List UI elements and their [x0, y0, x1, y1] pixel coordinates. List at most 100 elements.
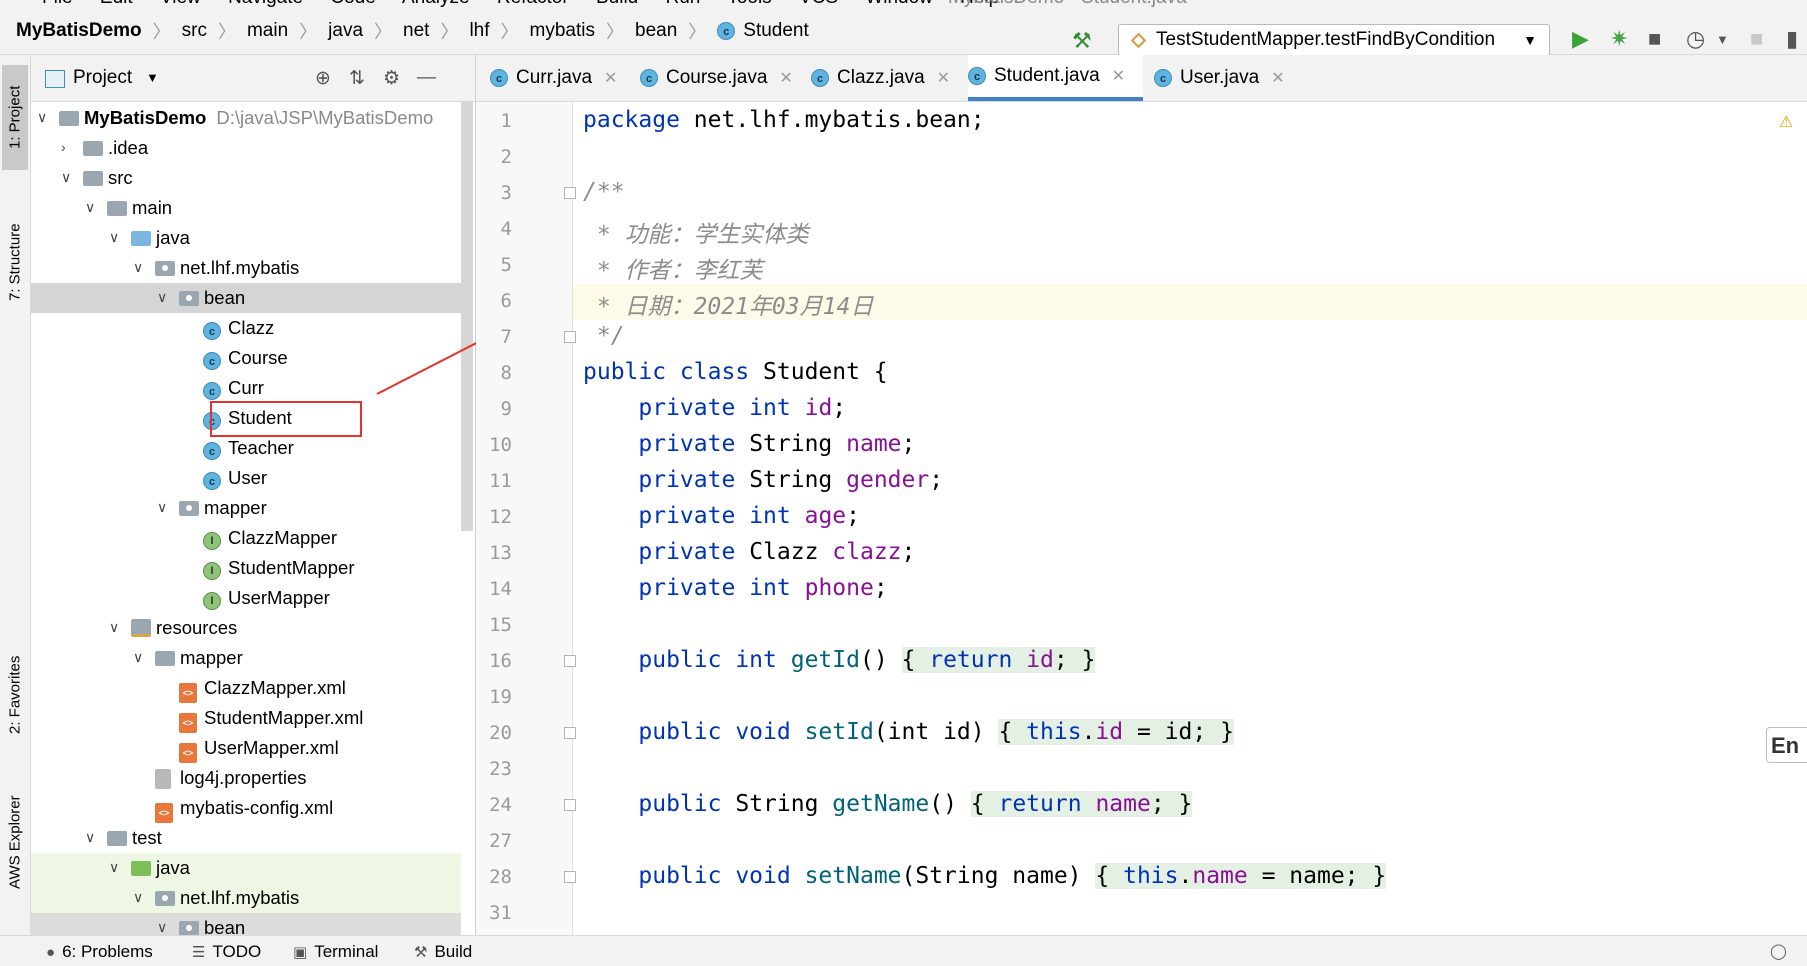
tree-item-package[interactable]: ∨ net.lhf.mybatis — [31, 253, 461, 283]
warning-icon[interactable]: ⚠ — [1779, 112, 1793, 132]
chevron-down-icon[interactable]: ∨ — [133, 889, 143, 906]
tree-item-clazzmapper-xml[interactable]: <> ClazzMapper.xml — [31, 673, 461, 703]
menu-view[interactable]: View — [160, 0, 201, 8]
menu-navigate[interactable]: Navigate — [228, 0, 303, 8]
chevron-right-icon[interactable]: › — [61, 139, 66, 155]
tool-terminal[interactable]: ▣ Terminal — [293, 942, 378, 962]
tree-item-studentmapper[interactable]: I StudentMapper — [31, 553, 461, 583]
tool-tab-favorites[interactable]: 2: Favorites — [2, 635, 28, 755]
breadcrumb-src[interactable]: src — [182, 20, 207, 42]
search-everywhere-icon[interactable]: ▮ — [1786, 26, 1798, 52]
menu-vcs[interactable]: VCS — [799, 0, 838, 8]
tab-student-java[interactable]: c Student.java ✕ — [968, 55, 1144, 101]
tree-item-project-root[interactable]: ∨ MyBatisDemo D:\java\JSP\MyBatisDemo — [31, 103, 461, 133]
tree-item-src[interactable]: ∨ src — [31, 163, 461, 193]
tab-curr-java[interactable]: c Curr.java ✕ — [490, 55, 617, 101]
tab-user-java[interactable]: c User.java ✕ — [1154, 55, 1285, 101]
close-icon[interactable]: ✕ — [779, 68, 792, 88]
tab-clazz-java[interactable]: c Clazz.java ✕ — [811, 55, 950, 101]
minimize-icon[interactable]: — — [417, 67, 436, 89]
menu-edit[interactable]: Edit — [100, 0, 133, 8]
breadcrumb-java[interactable]: java — [328, 20, 363, 42]
tree-item-test-bean[interactable]: ∨ bean — [31, 913, 461, 935]
breadcrumb-lhf[interactable]: lhf — [469, 20, 489, 42]
menu-tools[interactable]: Tools — [727, 0, 771, 8]
breadcrumb-project[interactable]: MyBatisDemo — [16, 20, 142, 42]
event-log-icon[interactable]: ◯ — [1770, 942, 1794, 960]
breadcrumb-student[interactable]: Student — [743, 20, 809, 42]
tree-item-resources[interactable]: ∨ resources — [31, 613, 461, 643]
tree-item-log4j[interactable]: log4j.properties — [31, 763, 461, 793]
breadcrumb-main[interactable]: main — [247, 20, 288, 42]
locate-icon[interactable]: ⊕ — [315, 67, 331, 90]
xml-file-icon: <> — [179, 709, 197, 733]
chevron-down-icon[interactable]: ∨ — [85, 829, 95, 846]
debug-icon[interactable]: ✷ — [1610, 26, 1628, 52]
coverage-icon[interactable]: ■ — [1648, 26, 1661, 52]
tree-item-studentmapper-xml[interactable]: <> StudentMapper.xml — [31, 703, 461, 733]
gear-icon[interactable]: ⚙ — [383, 67, 400, 90]
tool-problems[interactable]: ● 6: Problems — [46, 942, 153, 962]
menu-build[interactable]: Build — [596, 0, 638, 8]
tree-item-test-package[interactable]: ∨ net.lhf.mybatis — [31, 883, 461, 913]
stop-icon[interactable]: ■ — [1750, 26, 1763, 52]
chevron-down-icon[interactable]: ▼ — [1716, 32, 1729, 47]
tool-build-label: Build — [434, 942, 473, 961]
tool-tab-aws-explorer[interactable]: AWS Explorer — [2, 780, 28, 905]
tree-item-usermapper-xml[interactable]: <> UserMapper.xml — [31, 733, 461, 763]
chevron-down-icon[interactable]: ∨ — [109, 619, 119, 636]
assignment: = id; — [1123, 719, 1207, 745]
tree-item-clazzmapper[interactable]: I ClazzMapper — [31, 523, 461, 553]
tab-course-java[interactable]: c Course.java ✕ — [640, 55, 793, 101]
close-icon[interactable]: ✕ — [937, 68, 950, 88]
tree-item-mapper-folder[interactable]: ∨ mapper — [31, 643, 461, 673]
ime-indicator[interactable]: En — [1766, 727, 1807, 763]
menu-refactor[interactable]: Refactor — [497, 0, 569, 8]
code-line: package net.lhf.mybatis.bean; — [583, 107, 985, 133]
chevron-down-icon[interactable]: ∨ — [109, 229, 119, 246]
run-configuration-select[interactable]: TestStudentMapper.testFindByCondition ▼ — [1118, 24, 1550, 56]
chevron-down-icon[interactable]: ∨ — [157, 289, 167, 306]
breadcrumb-bean[interactable]: bean — [635, 20, 677, 42]
menu-code[interactable]: Code — [330, 0, 375, 8]
menu-window[interactable]: Window — [865, 0, 933, 8]
tree-item-user[interactable]: c User — [31, 463, 461, 493]
build-hammer-icon[interactable]: ⚒ — [1072, 28, 1092, 54]
breadcrumb-net[interactable]: net — [403, 20, 429, 42]
tool-tab-project[interactable]: 1: Project — [2, 65, 28, 170]
list-icon: ☰ — [192, 944, 206, 961]
tree-item-test[interactable]: ∨ test — [31, 823, 461, 853]
tool-build[interactable]: ⚒ Build — [414, 942, 472, 962]
tree-item-usermapper[interactable]: I UserMapper — [31, 583, 461, 613]
chevron-down-icon[interactable]: ∨ — [157, 919, 167, 935]
collapse-all-icon[interactable]: ⇅ — [349, 67, 365, 90]
chevron-down-icon[interactable]: ∨ — [157, 499, 167, 516]
tree-item-mybatis-config[interactable]: <> mybatis-config.xml — [31, 793, 461, 823]
tree-item-main[interactable]: ∨ main — [31, 193, 461, 223]
close-icon[interactable]: ✕ — [604, 68, 617, 88]
breadcrumb-mybatis[interactable]: mybatis — [530, 20, 595, 42]
tool-tab-structure[interactable]: 7: Structure — [2, 200, 28, 325]
chevron-down-icon[interactable]: ∨ — [109, 859, 119, 876]
project-panel-title[interactable]: Project — [73, 67, 132, 89]
tool-todo[interactable]: ☰ TODO — [192, 942, 261, 962]
menu-run[interactable]: Run — [666, 0, 701, 8]
tree-item-test-java[interactable]: ∨ java — [31, 853, 461, 883]
run-icon[interactable]: ▶ — [1572, 26, 1589, 52]
chevron-down-icon[interactable]: ∨ — [61, 169, 71, 186]
chevron-down-icon[interactable]: ∨ — [133, 649, 143, 666]
tree-item-mapper-package[interactable]: ∨ mapper — [31, 493, 461, 523]
code-editor[interactable]: package net.lhf.mybatis.bean; /** * 功能：学… — [573, 102, 1807, 935]
tree-item-java[interactable]: ∨ java — [31, 223, 461, 253]
close-icon[interactable]: ✕ — [1112, 66, 1125, 86]
tree-item-teacher[interactable]: c Teacher — [31, 433, 461, 463]
menu-file[interactable]: File — [42, 0, 73, 8]
close-icon[interactable]: ✕ — [1271, 68, 1284, 88]
chevron-down-icon[interactable]: ∨ — [133, 259, 143, 276]
chevron-down-icon[interactable]: ▼ — [146, 70, 159, 85]
chevron-down-icon[interactable]: ∨ — [85, 199, 95, 216]
chevron-down-icon[interactable]: ∨ — [37, 109, 47, 126]
menu-analyze[interactable]: Analyze — [402, 0, 470, 8]
profile-icon[interactable]: ◷ — [1686, 26, 1705, 52]
tree-item-idea[interactable]: › .idea — [31, 133, 461, 163]
